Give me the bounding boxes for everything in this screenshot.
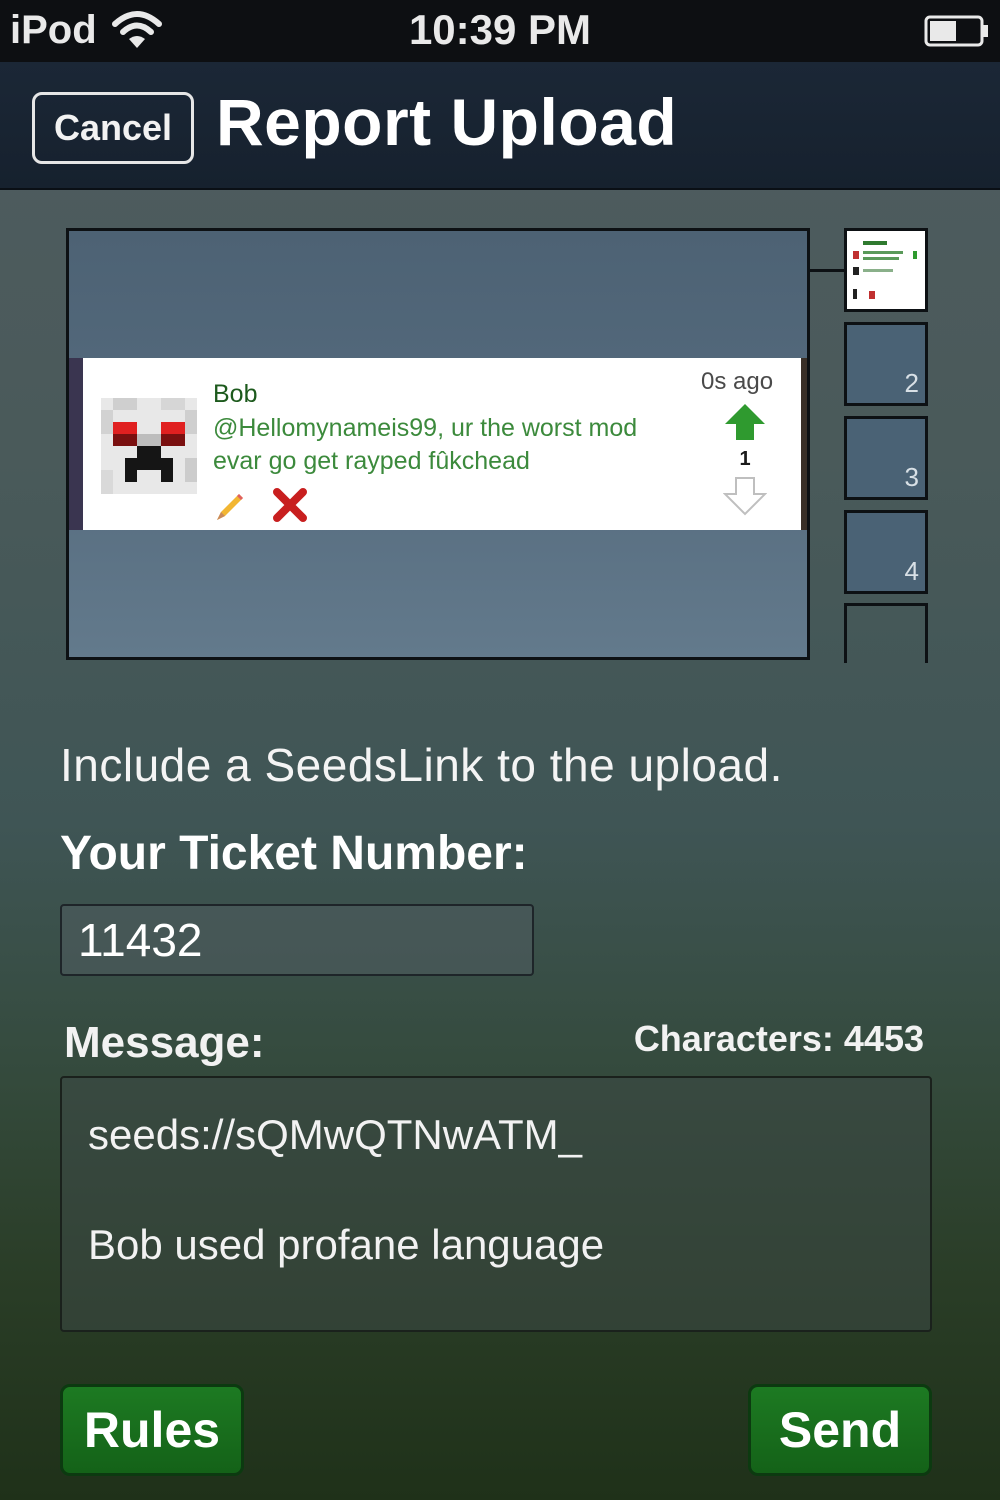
send-button[interactable]: Send — [748, 1384, 932, 1476]
status-time: 10:39 PM — [408, 6, 592, 53]
battery-icon — [924, 15, 988, 47]
character-count: Characters: 4453 — [633, 1018, 924, 1059]
downvote-arrow-icon — [723, 477, 767, 516]
thumbnail-3[interactable]: 3 — [844, 416, 928, 500]
upvote-arrow-icon — [725, 404, 765, 440]
thumbnail-1[interactable] — [844, 228, 928, 312]
avatar — [101, 398, 197, 494]
message-label: Message: — [64, 1018, 265, 1067]
ticket-number-label: Your Ticket Number: — [60, 827, 528, 880]
rules-button[interactable]: Rules — [60, 1384, 244, 1476]
post-time: 0s ago — [701, 368, 774, 395]
upload-preview[interactable]: Bob @Hellomynameis99, ur the worst mod e… — [66, 228, 810, 660]
post-text: @Hellomynameis99, ur the worst mod evar … — [213, 414, 638, 475]
thumbnail-5[interactable] — [844, 603, 928, 663]
close-icon — [273, 488, 307, 522]
thumbnail-connector — [810, 269, 846, 272]
message-textarea[interactable]: seeds://sQMwQTNwATM_ Bob used profane la… — [60, 1076, 932, 1332]
nav-bar: Cancel Report Upload — [0, 62, 1000, 190]
ticket-number-field[interactable]: 11432 — [60, 904, 534, 976]
post-author: Bob — [213, 380, 258, 408]
thumbnail-label: 4 — [904, 556, 919, 586]
thumbnail-preview-image — [849, 233, 923, 307]
message-seedslink: seeds://sQMwQTNwATM_ — [88, 1111, 582, 1158]
post-card: Bob @Hellomynameis99, ur the worst mod e… — [69, 358, 807, 530]
status-bar: iPod 10:39 PM — [0, 0, 1000, 62]
thumbnail-4[interactable]: 4 — [844, 510, 928, 594]
instruction-text: Include a SeedsLink to the upload. — [60, 739, 783, 791]
thumbnail-label: 2 — [904, 368, 919, 398]
vote-count: 1 — [739, 448, 751, 470]
thumbnail-label: 3 — [904, 462, 919, 492]
message-body: Bob used profane language — [88, 1221, 605, 1268]
page-title: Report Upload — [216, 85, 678, 159]
pencil-icon — [217, 494, 243, 520]
thumbnail-2[interactable]: 2 — [844, 322, 928, 406]
cancel-button[interactable]: Cancel — [32, 92, 194, 164]
